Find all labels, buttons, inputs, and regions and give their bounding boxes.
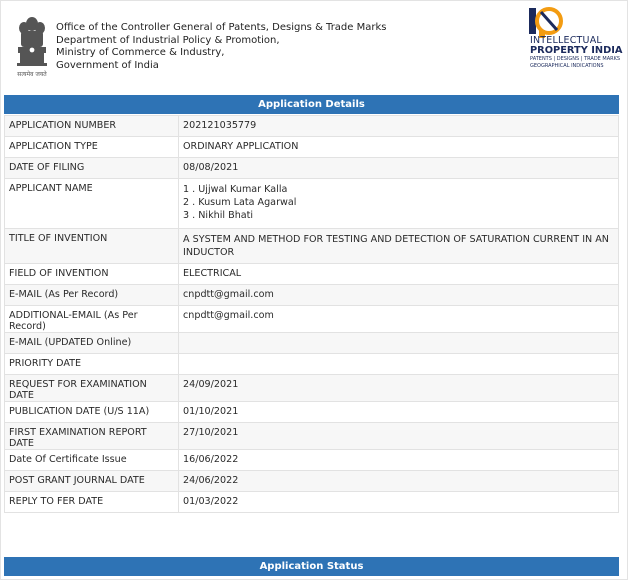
- row-value: ELECTRICAL: [178, 263, 619, 285]
- row-label: PUBLICATION DATE (U/S 11A): [4, 401, 179, 423]
- application-details-header: Application Details: [4, 95, 619, 114]
- table-row: APPLICANT NAME 1 . Ujjwal Kumar Kalla 2 …: [4, 178, 619, 229]
- applicant-name: 3 . Nikhil Bhati: [183, 210, 254, 221]
- row-value: ORDINARY APPLICATION: [178, 136, 619, 158]
- table-row: E-MAIL (UPDATED Online): [4, 332, 619, 354]
- row-value: 24/06/2022: [178, 470, 619, 492]
- row-label: REQUEST FOR EXAMINATION DATE: [4, 374, 179, 402]
- row-label: Date Of Certificate Issue: [4, 449, 179, 471]
- row-value: 202121035779: [178, 115, 619, 137]
- table-row: E-MAIL (As Per Record) cnpdtt@gmail.com: [4, 284, 619, 306]
- table-row: FIRST EXAMINATION REPORT DATE 27/10/2021: [4, 422, 619, 450]
- table-row: APPLICATION TYPE ORDINARY APPLICATION: [4, 136, 619, 158]
- row-value: 16/06/2022: [178, 449, 619, 471]
- table-row: PUBLICATION DATE (U/S 11A) 01/10/2021: [4, 401, 619, 423]
- table-row: PRIORITY DATE: [4, 353, 619, 375]
- table-row: APPLICATION NUMBER 202121035779: [4, 115, 619, 137]
- emblem-motto: सत्यमेव जयते: [17, 70, 47, 78]
- applicant-name: 2 . Kusum Lata Agarwal: [183, 197, 297, 208]
- ip-logo-india: INDIA: [591, 45, 623, 56]
- office-title-block: Office of the Controller General of Pate…: [56, 22, 386, 72]
- row-value: 27/10/2021: [178, 422, 619, 450]
- table-row: REPLY TO FER DATE 01/03/2022: [4, 491, 619, 513]
- ip-logo-line-4: GEOGRAPHICAL INDICATIONS: [530, 62, 604, 69]
- row-label: E-MAIL (UPDATED Online): [4, 332, 179, 354]
- applicant-name: 1 . Ujjwal Kumar Kalla: [183, 184, 288, 195]
- row-label: APPLICATION TYPE: [4, 136, 179, 158]
- ip-logo-line-3: PATENTS | DESIGNS | TRADE MARKS: [530, 56, 621, 62]
- table-row: Date Of Certificate Issue 16/06/2022: [4, 449, 619, 471]
- row-label: ADDITIONAL-EMAIL (As Per Record): [4, 305, 179, 333]
- ip-logo-line-2: PROPERTY INDIA: [530, 46, 622, 56]
- table-row: FIELD OF INVENTION ELECTRICAL: [4, 263, 619, 285]
- row-label: APPLICATION NUMBER: [4, 115, 179, 137]
- table-row: POST GRANT JOURNAL DATE 24/06/2022: [4, 470, 619, 492]
- row-value: 24/09/2021: [178, 374, 619, 402]
- table-row: ADDITIONAL-EMAIL (As Per Record) cnpdtt@…: [4, 305, 619, 333]
- row-value: [178, 353, 619, 375]
- table-row: TITLE OF INVENTION A SYSTEM AND METHOD F…: [4, 228, 619, 264]
- office-line-1: Office of the Controller General of Pate…: [56, 22, 387, 33]
- row-value: [178, 332, 619, 354]
- office-line-2: Department of Industrial Policy & Promot…: [56, 34, 280, 46]
- row-label: E-MAIL (As Per Record): [4, 284, 179, 306]
- row-value: 01/10/2021: [178, 401, 619, 423]
- applicant-list: 1 . Ujjwal Kumar Kalla 2 . Kusum Lata Ag…: [178, 178, 619, 229]
- ip-logo-property: PROPERTY: [530, 45, 592, 56]
- row-label: FIRST EXAMINATION REPORT DATE: [4, 422, 179, 450]
- row-value: cnpdtt@gmail.com: [178, 305, 619, 333]
- ip-india-wordmark: INTELLECTUAL PROPERTY INDIA PATENTS | DE…: [530, 36, 622, 69]
- page-header: सत्यमेव जयते Office of the Controller Ge…: [0, 0, 628, 88]
- national-emblem-icon: सत्यमेव जयते: [17, 17, 47, 78]
- row-label: PRIORITY DATE: [4, 353, 179, 375]
- row-label: FIELD OF INVENTION: [4, 263, 179, 285]
- office-line-3: Ministry of Commerce & Industry,: [56, 47, 225, 58]
- table-row: REQUEST FOR EXAMINATION DATE 24/09/2021: [4, 374, 619, 402]
- row-label: POST GRANT JOURNAL DATE: [4, 470, 179, 492]
- row-label: DATE OF FILING: [4, 157, 179, 179]
- row-value: A SYSTEM AND METHOD FOR TESTING AND DETE…: [178, 228, 619, 264]
- application-details-table: APPLICATION NUMBER 202121035779 APPLICAT…: [4, 115, 619, 513]
- row-label: REPLY TO FER DATE: [4, 491, 179, 513]
- row-value: 08/08/2021: [178, 157, 619, 179]
- table-row: DATE OF FILING 08/08/2021: [4, 157, 619, 179]
- row-label: APPLICANT NAME: [4, 178, 179, 229]
- office-line-4: Government of India: [56, 59, 159, 71]
- application-status-header: Application Status: [4, 557, 619, 576]
- row-value: cnpdtt@gmail.com: [178, 284, 619, 306]
- row-label: TITLE OF INVENTION: [4, 228, 179, 264]
- row-value: 01/03/2022: [178, 491, 619, 513]
